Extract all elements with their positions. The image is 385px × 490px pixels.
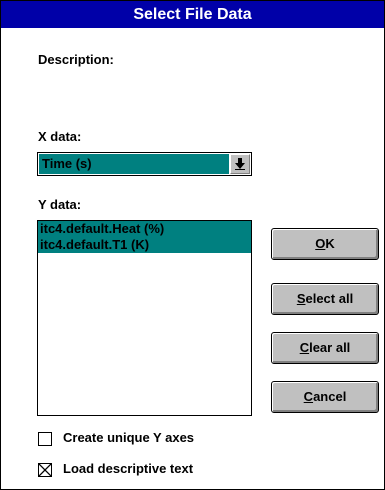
load-descriptive-text-checkbox[interactable] <box>38 463 52 477</box>
x-data-label: X data: <box>38 129 82 144</box>
y-data-label: Y data: <box>38 197 82 212</box>
select-all-label-rest: elect all <box>305 291 354 306</box>
check-x-icon <box>39 464 51 476</box>
list-item[interactable]: itc4.default.Heat (%) <box>38 221 251 237</box>
title-bar[interactable]: Select File Data <box>1 1 384 28</box>
ok-button[interactable]: OK <box>271 228 379 260</box>
dropdown-arrow-button[interactable] <box>230 154 250 174</box>
clear-all-button[interactable]: Clear all <box>271 332 379 364</box>
list-item[interactable]: itc4.default.T1 (K) <box>38 237 251 253</box>
select-all-button[interactable]: Select all <box>271 283 379 315</box>
cancel-button[interactable]: Cancel <box>271 381 379 413</box>
cancel-mnemonic: C <box>303 389 314 404</box>
description-label: Description: <box>38 52 114 67</box>
down-arrow-icon <box>235 158 245 170</box>
ok-label-rest: K <box>325 236 335 251</box>
unique-y-axes-checkbox[interactable] <box>38 432 52 446</box>
y-data-listbox[interactable]: itc4.default.Heat (%) itc4.default.T1 (K… <box>37 220 252 416</box>
dialog-window: Select File Data Description: X data: Ti… <box>0 0 385 490</box>
load-descriptive-text-label[interactable]: Load descriptive text <box>63 461 193 476</box>
cancel-label-rest: ancel <box>313 389 347 404</box>
dialog-title: Select File Data <box>133 6 252 23</box>
x-data-selected-value: Time (s) <box>39 154 229 174</box>
clear-all-label-rest: lear all <box>309 340 351 355</box>
ok-mnemonic: O <box>315 236 326 251</box>
x-data-dropdown[interactable]: Time (s) <box>37 152 252 176</box>
unique-y-axes-label[interactable]: Create unique Y axes <box>63 430 194 445</box>
clear-all-mnemonic: C <box>299 340 310 355</box>
